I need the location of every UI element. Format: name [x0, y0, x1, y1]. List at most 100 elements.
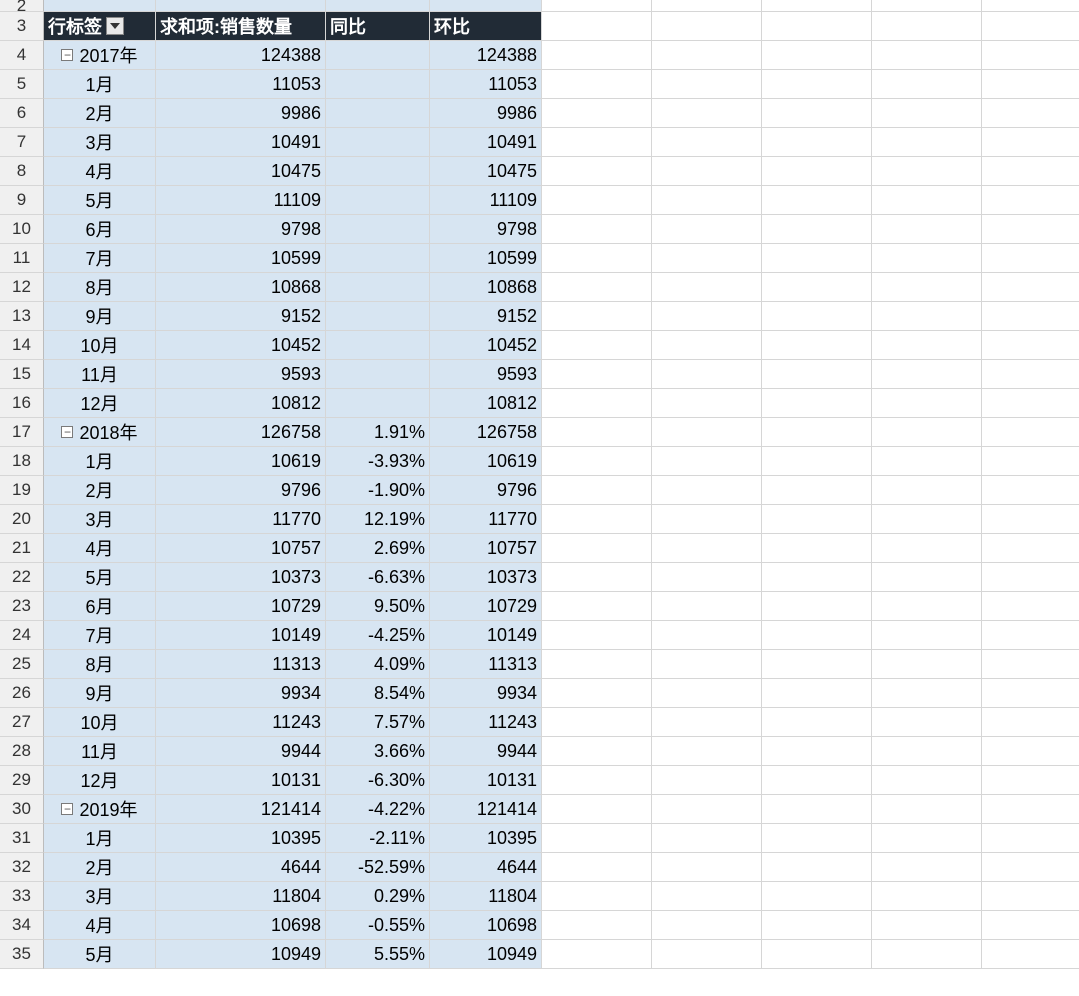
collapse-icon[interactable]: −	[61, 803, 73, 815]
pivot-row-label-cell[interactable]: 10月	[44, 331, 156, 360]
blank-cell[interactable]	[542, 476, 652, 505]
pivot-cell[interactable]: 10757	[430, 534, 542, 563]
pivot-cell[interactable]: 9593	[430, 360, 542, 389]
blank-cell[interactable]	[542, 621, 652, 650]
pivot-cell[interactable]: 9796	[156, 476, 326, 505]
blank-cell[interactable]	[542, 853, 652, 882]
blank-cell[interactable]	[542, 650, 652, 679]
blank-cell[interactable]	[542, 99, 652, 128]
row-header[interactable]: 4	[0, 41, 44, 70]
blank-cell[interactable]	[762, 447, 872, 476]
blank-cell[interactable]	[872, 940, 982, 969]
pivot-cell[interactable]: -4.22%	[326, 795, 430, 824]
blank-cell[interactable]	[542, 273, 652, 302]
pivot-cell[interactable]: -6.63%	[326, 563, 430, 592]
blank-cell[interactable]	[982, 186, 1079, 215]
blank-cell[interactable]	[652, 99, 762, 128]
blank-cell[interactable]	[652, 650, 762, 679]
pivot-row-label-cell[interactable]: 6月	[44, 592, 156, 621]
blank-cell[interactable]	[542, 592, 652, 621]
pivot-cell[interactable]	[326, 128, 430, 157]
pivot-row-label-cell[interactable]: 10月	[44, 708, 156, 737]
blank-cell[interactable]	[652, 447, 762, 476]
blank-cell[interactable]	[872, 563, 982, 592]
blank-cell[interactable]	[652, 215, 762, 244]
row-header[interactable]: 5	[0, 70, 44, 99]
blank-cell[interactable]	[982, 418, 1079, 447]
pivot-cell[interactable]: 10599	[156, 244, 326, 273]
blank-cell[interactable]	[542, 940, 652, 969]
pivot-cell[interactable]: 11109	[430, 186, 542, 215]
blank-cell[interactable]	[982, 157, 1079, 186]
blank-cell[interactable]	[652, 534, 762, 563]
blank-cell[interactable]	[652, 128, 762, 157]
blank-cell[interactable]	[762, 476, 872, 505]
pivot-row-label-cell[interactable]: 1月	[44, 70, 156, 99]
pivot-cell[interactable]: 10373	[430, 563, 542, 592]
row-header[interactable]: 24	[0, 621, 44, 650]
blank-cell[interactable]	[872, 302, 982, 331]
pivot-row-label-cell[interactable]: 9月	[44, 302, 156, 331]
blank-cell[interactable]	[872, 621, 982, 650]
blank-cell[interactable]	[762, 737, 872, 766]
pivot-cell[interactable]: 11243	[430, 708, 542, 737]
pivot-row-label-cell[interactable]: 7月	[44, 621, 156, 650]
blank-cell[interactable]	[762, 99, 872, 128]
pivot-cell[interactable]: 9944	[156, 737, 326, 766]
blank-cell[interactable]	[872, 273, 982, 302]
blank-cell[interactable]	[982, 911, 1079, 940]
pivot-header-row-labels[interactable]: 行标签	[44, 12, 156, 41]
row-header[interactable]: 15	[0, 360, 44, 389]
collapse-icon[interactable]: −	[61, 426, 73, 438]
blank-cell[interactable]	[542, 737, 652, 766]
row-header[interactable]: 18	[0, 447, 44, 476]
row-header[interactable]: 22	[0, 563, 44, 592]
blank-cell[interactable]	[982, 679, 1079, 708]
pivot-cell[interactable]: 10698	[156, 911, 326, 940]
pivot-cell[interactable]: 126758	[430, 418, 542, 447]
blank-cell[interactable]	[762, 273, 872, 302]
blank-cell[interactable]	[762, 128, 872, 157]
pivot-header-sum[interactable]: 求和项:销售数量	[156, 12, 326, 41]
pivot-cell[interactable]: 11053	[156, 70, 326, 99]
pivot-cell[interactable]	[326, 41, 430, 70]
row-header[interactable]: 34	[0, 911, 44, 940]
spreadsheet-grid[interactable]: 23行标签求和项:销售数量同比环比4−2017年12438812438851月1…	[0, 0, 1079, 969]
blank-cell[interactable]	[872, 679, 982, 708]
pivot-cell[interactable]: 9798	[430, 215, 542, 244]
pivot-cell[interactable]: -3.93%	[326, 447, 430, 476]
blank-cell[interactable]	[652, 476, 762, 505]
blank-cell[interactable]	[542, 505, 652, 534]
pivot-cell[interactable]: 9152	[156, 302, 326, 331]
blank-cell[interactable]	[872, 853, 982, 882]
blank-cell[interactable]	[652, 70, 762, 99]
pivot-group-label[interactable]: −2018年	[44, 418, 156, 447]
pivot-cell[interactable]: 9934	[430, 679, 542, 708]
pivot-row-label-cell[interactable]: 4月	[44, 534, 156, 563]
row-header[interactable]: 31	[0, 824, 44, 853]
blank-cell[interactable]	[872, 331, 982, 360]
blank-cell[interactable]	[762, 534, 872, 563]
pivot-row-label-cell[interactable]: 2月	[44, 99, 156, 128]
pivot-cell[interactable]: 10491	[156, 128, 326, 157]
blank-cell[interactable]	[762, 824, 872, 853]
row-header[interactable]: 35	[0, 940, 44, 969]
row-header[interactable]: 29	[0, 766, 44, 795]
blank-cell[interactable]	[872, 592, 982, 621]
pivot-cell[interactable]: -0.55%	[326, 911, 430, 940]
pivot-cell[interactable]: 11770	[156, 505, 326, 534]
pivot-row-label-cell[interactable]: 9月	[44, 679, 156, 708]
blank-cell[interactable]	[542, 824, 652, 853]
pivot-cell[interactable]: 9798	[156, 215, 326, 244]
blank-cell[interactable]	[982, 824, 1079, 853]
pivot-cell[interactable]: 5.55%	[326, 940, 430, 969]
blank-cell[interactable]	[872, 360, 982, 389]
blank-cell[interactable]	[982, 273, 1079, 302]
pivot-cell[interactable]	[326, 157, 430, 186]
blank-cell[interactable]	[872, 418, 982, 447]
blank-cell[interactable]	[872, 795, 982, 824]
blank-cell[interactable]	[982, 244, 1079, 273]
pivot-cell[interactable]: 9944	[430, 737, 542, 766]
blank-cell[interactable]	[762, 940, 872, 969]
blank-cell[interactable]	[652, 882, 762, 911]
